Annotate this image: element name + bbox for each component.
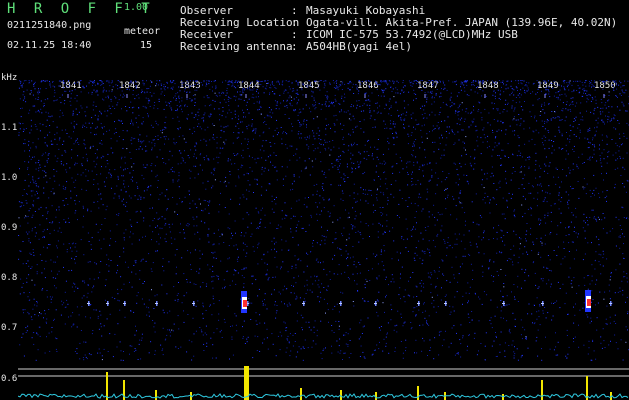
capture-datetime: 02.11.25 18:40 — [7, 40, 92, 51]
antenna-label: Receiving antenna — [180, 40, 293, 53]
y-tick-label: 0.8 — [1, 273, 18, 283]
receiver-label: Receiver — [180, 28, 233, 41]
receiver-value: ICOM IC-575 53.7492(@LCD)MHz USB — [306, 28, 518, 41]
location-value: Ogata-vill. Akita-Pref. JAPAN (139.96E, … — [306, 16, 618, 29]
app-version: 1.00 — [124, 2, 149, 13]
time-ticks — [67, 94, 605, 98]
receiver-colon: : — [291, 28, 298, 41]
baseline-trace — [18, 393, 629, 399]
y-tick-label: 0.7 — [1, 323, 18, 333]
observer-value: Masayuki Kobayashi — [306, 4, 426, 17]
observer-label: Observer — [180, 4, 233, 17]
y-tick-label: 1.1 — [1, 123, 18, 133]
meteor-bars — [106, 366, 612, 400]
file-name: 0211251840.png — [7, 20, 92, 31]
antenna-colon: : — [291, 40, 298, 53]
location-colon: : — [291, 16, 298, 29]
location-label: Receiving Location — [180, 16, 300, 29]
y-tick-label: 0.9 — [1, 223, 18, 233]
noise-field — [18, 80, 629, 361]
antenna-value: A504HB(yagi 4el) — [306, 40, 412, 53]
header-panel: H R O F F T 1.00 0211251840.png meteor 0… — [0, 0, 629, 80]
meteor-count-value: 15 — [140, 40, 153, 51]
y-tick-label: 1.0 — [1, 173, 18, 183]
spectrogram — [18, 80, 629, 400]
meteor-echoes — [87, 290, 612, 313]
y-unit-label: kHz — [1, 73, 18, 83]
observer-colon: : — [291, 4, 298, 17]
meteor-count-label: meteor — [124, 26, 161, 37]
y-tick-label: 0.6 — [1, 374, 18, 384]
